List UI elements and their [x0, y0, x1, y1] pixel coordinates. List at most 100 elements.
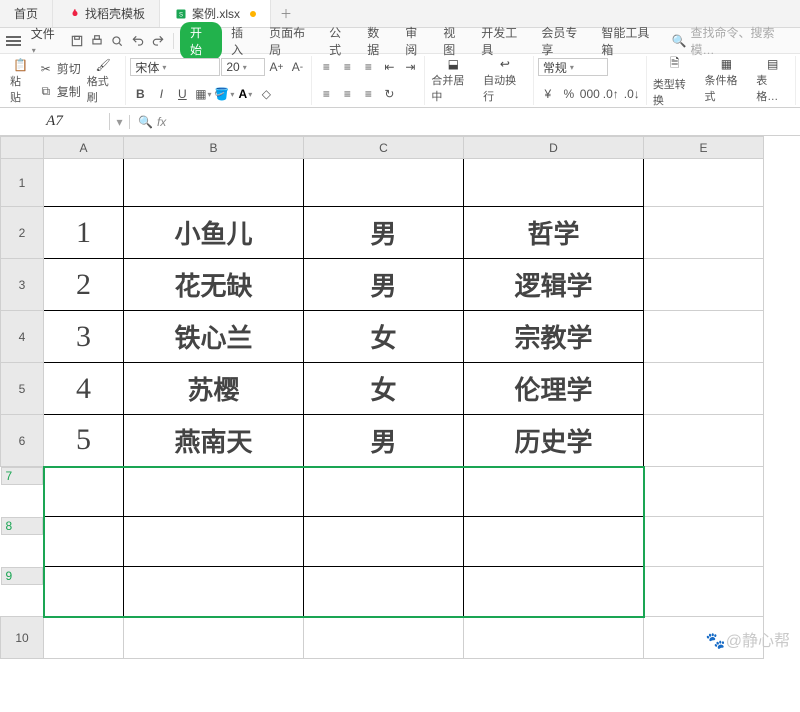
align-center-icon[interactable]: ≡	[337, 85, 357, 103]
cell-B6[interactable]: 燕南天	[124, 415, 304, 467]
menu-devtools[interactable]: 开发工具	[474, 24, 532, 58]
command-search[interactable]: 🔍 查找命令、搜索模…	[666, 24, 795, 58]
row-header-9[interactable]: 9	[1, 567, 43, 585]
cell-C3[interactable]: 男	[304, 259, 464, 311]
menu-view[interactable]: 视图	[436, 24, 472, 58]
cell-C9[interactable]	[304, 567, 464, 617]
merge-center-button[interactable]: ⬓合并居中	[429, 57, 477, 104]
cell-D2[interactable]: 哲学	[464, 207, 644, 259]
name-box[interactable]: A7	[0, 113, 110, 130]
row-header-2[interactable]: 2	[1, 207, 44, 259]
orientation-icon[interactable]: ↻	[379, 85, 399, 103]
conditional-format-button[interactable]: ▦条件格式	[703, 57, 751, 104]
cell-B9[interactable]	[124, 567, 304, 617]
align-left-icon[interactable]: ≡	[316, 85, 336, 103]
cell-D1[interactable]: 专业	[464, 159, 644, 207]
cell-A4[interactable]: 3	[44, 311, 124, 363]
col-header-B[interactable]: B	[124, 137, 304, 159]
save-icon[interactable]	[67, 31, 85, 51]
font-color-button[interactable]: A▾	[235, 85, 255, 103]
row-header-4[interactable]: 4	[1, 311, 44, 363]
menu-file[interactable]: 文件▾	[23, 25, 66, 56]
cell-A1[interactable]: 序号	[44, 159, 124, 207]
menu-pagelayout[interactable]: 页面布局	[262, 24, 320, 58]
cell-C4[interactable]: 女	[304, 311, 464, 363]
cell-A5[interactable]: 4	[44, 363, 124, 415]
border-button[interactable]: ▦▾	[193, 85, 213, 103]
cell-C2[interactable]: 男	[304, 207, 464, 259]
cell-E9[interactable]	[644, 567, 764, 617]
cell-E8[interactable]	[644, 517, 764, 567]
cell-B8[interactable]	[124, 517, 304, 567]
align-middle-icon[interactable]: ≡	[337, 58, 357, 76]
format-painter-button[interactable]: 🖌 格式刷	[85, 58, 122, 105]
menu-formula[interactable]: 公式	[322, 24, 358, 58]
cell-E1[interactable]	[644, 159, 764, 207]
name-box-dropdown[interactable]: ▾	[110, 115, 130, 129]
cell-B1[interactable]: 姓名	[124, 159, 304, 207]
currency-icon[interactable]: ¥	[538, 85, 558, 103]
row-header-5[interactable]: 5	[1, 363, 44, 415]
row-header-7[interactable]: 7	[1, 467, 43, 485]
menu-member[interactable]: 会员专享	[534, 24, 592, 58]
align-right-icon[interactable]: ≡	[358, 85, 378, 103]
preview-icon[interactable]	[108, 31, 126, 51]
cell-C10[interactable]	[304, 617, 464, 659]
paste-button[interactable]: 📋 粘贴	[8, 58, 34, 105]
col-header-A[interactable]: A	[44, 137, 124, 159]
print-icon[interactable]	[88, 31, 106, 51]
indent-decrease-icon[interactable]: ⇤	[379, 58, 399, 76]
cell-C8[interactable]	[304, 517, 464, 567]
cell-C5[interactable]: 女	[304, 363, 464, 415]
cell-C6[interactable]: 男	[304, 415, 464, 467]
row-header-6[interactable]: 6	[1, 415, 44, 467]
col-header-D[interactable]: D	[464, 137, 644, 159]
col-header-E[interactable]: E	[644, 137, 764, 159]
cell-D7[interactable]	[464, 467, 644, 517]
tab-templates[interactable]: 找稻壳模板	[53, 0, 160, 27]
increase-font-icon[interactable]: A+	[266, 58, 286, 76]
cell-E2[interactable]	[644, 207, 764, 259]
row-header-3[interactable]: 3	[1, 259, 44, 311]
clear-format-button[interactable]: ◇	[256, 85, 276, 103]
menu-insert[interactable]: 插入	[224, 24, 260, 58]
cell-B4[interactable]: 铁心兰	[124, 311, 304, 363]
cell-A8[interactable]	[44, 517, 124, 567]
hamburger-icon[interactable]	[6, 34, 21, 48]
cell-A6[interactable]: 5	[44, 415, 124, 467]
menu-data[interactable]: 数据	[360, 24, 396, 58]
cell-D9[interactable]	[464, 567, 644, 617]
cell-E3[interactable]	[644, 259, 764, 311]
cell-B2[interactable]: 小鱼儿	[124, 207, 304, 259]
undo-icon[interactable]	[128, 31, 146, 51]
inc-decimal-icon[interactable]: .0↑	[601, 85, 621, 103]
select-all-corner[interactable]	[1, 137, 44, 159]
cell-E7[interactable]	[644, 467, 764, 517]
cell-A9[interactable]	[44, 567, 124, 617]
cell-C7[interactable]	[304, 467, 464, 517]
cell-A3[interactable]: 2	[44, 259, 124, 311]
decrease-font-icon[interactable]: A-	[287, 58, 307, 76]
cell-E6[interactable]	[644, 415, 764, 467]
cell-D4[interactable]: 宗教学	[464, 311, 644, 363]
cell-C1[interactable]: 性别	[304, 159, 464, 207]
font-size-select[interactable]: 20▾	[221, 58, 265, 76]
cell-A7[interactable]	[44, 467, 124, 517]
italic-button[interactable]: I	[151, 85, 171, 103]
wrap-text-button[interactable]: ↩自动换行	[481, 57, 529, 104]
dec-decimal-icon[interactable]: .0↓	[622, 85, 642, 103]
fill-color-button[interactable]: 🪣▾	[214, 85, 234, 103]
menu-review[interactable]: 审阅	[398, 24, 434, 58]
row-header-8[interactable]: 8	[1, 517, 43, 535]
cell-E4[interactable]	[644, 311, 764, 363]
row-header-10[interactable]: 10	[1, 617, 44, 659]
cell-B7[interactable]	[124, 467, 304, 517]
redo-icon[interactable]	[149, 31, 167, 51]
cell-D3[interactable]: 逻辑学	[464, 259, 644, 311]
bold-button[interactable]: B	[130, 85, 150, 103]
copy-button[interactable]: ⧉复制	[35, 81, 84, 102]
underline-button[interactable]: U	[172, 85, 192, 103]
cell-E5[interactable]	[644, 363, 764, 415]
cell-B10[interactable]	[124, 617, 304, 659]
fx-button[interactable]: 🔍fx	[130, 115, 174, 129]
